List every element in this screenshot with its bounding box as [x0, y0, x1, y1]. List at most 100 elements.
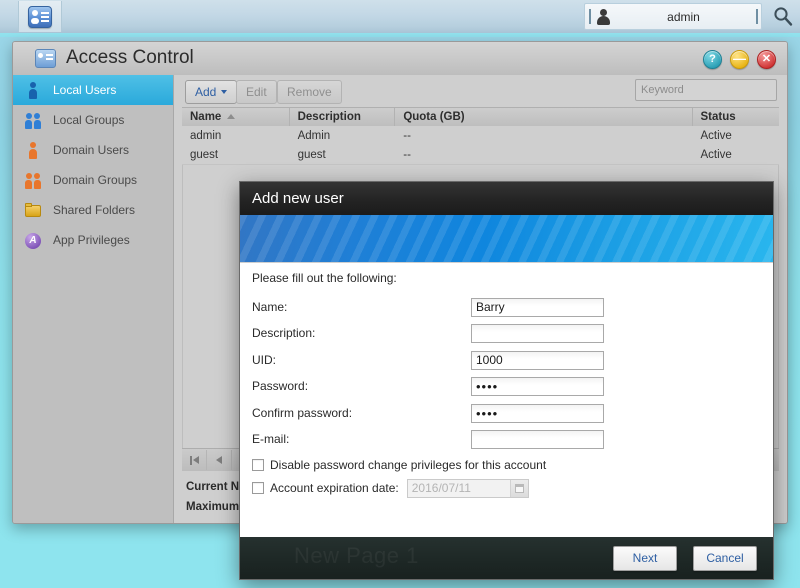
calendar-button[interactable]: [509, 479, 528, 497]
minimize-button[interactable]: —: [730, 50, 749, 69]
sidebar-item-label: Domain Groups: [53, 173, 138, 187]
dialog-title: Add new user: [252, 190, 344, 207]
cell-status: Active: [700, 129, 732, 142]
remove-button[interactable]: Remove: [277, 80, 342, 104]
account-expiration-label: Account expiration date:: [270, 481, 399, 495]
cancel-button[interactable]: Cancel: [693, 545, 757, 571]
uid-label: UID:: [252, 353, 276, 367]
page-title: Access Control: [66, 47, 194, 68]
close-button[interactable]: ✕: [757, 50, 776, 69]
dialog-footer: New Page 1 Next Cancel: [240, 537, 773, 579]
cell-name: admin: [190, 129, 222, 142]
window-title-bar[interactable]: Access Control ? — ✕: [13, 42, 787, 76]
add-new-user-dialog: Add new user Please fill out the followi…: [239, 181, 774, 580]
sidebar-item-label: Shared Folders: [53, 203, 136, 217]
cell-description: guest: [297, 148, 326, 161]
sidebar-item-app-privileges[interactable]: App Privileges: [13, 225, 173, 255]
search-input[interactable]: Keyword: [635, 79, 777, 101]
email-field[interactable]: [471, 429, 604, 449]
email-label: E-mail:: [252, 432, 290, 446]
account-expiration-row: Account expiration date: 2016/07/11: [252, 477, 529, 499]
column-header-description[interactable]: Description: [290, 108, 396, 127]
disable-password-change-row: Disable password change privileges for t…: [252, 454, 546, 476]
field-row-confirm-password: Confirm password: ••••: [252, 400, 773, 426]
window-controls: ? — ✕: [703, 50, 776, 69]
id-card-icon: [28, 5, 52, 28]
column-header-label: Quota (GB): [403, 111, 465, 123]
search-icon[interactable]: [772, 5, 794, 27]
field-row-description: Description:: [252, 320, 773, 346]
taskbar: admin: [0, 0, 800, 37]
edit-button-label: Edit: [246, 85, 267, 99]
cancel-button-label: Cancel: [706, 551, 744, 565]
add-button[interactable]: Add: [185, 80, 238, 104]
previous-page-icon: [216, 456, 222, 464]
next-button-label: Next: [632, 551, 658, 565]
sidebar-item-local-groups[interactable]: Local Groups: [13, 105, 173, 135]
sidebar-item-local-users[interactable]: Local Users: [13, 75, 173, 105]
close-glyph: ✕: [761, 53, 772, 65]
chevron-down-icon: [221, 90, 228, 94]
disable-password-change-checkbox[interactable]: [252, 459, 264, 471]
sort-ascending-icon: [227, 114, 236, 120]
domain-user-icon: [25, 141, 42, 160]
dialog-title-bar[interactable]: Add new user: [240, 182, 773, 215]
add-button-label: Add: [195, 85, 217, 99]
confirm-password-field[interactable]: ••••: [471, 403, 604, 423]
column-header-label: Status: [700, 111, 736, 123]
table-header: Name Description Quota (GB) Status: [182, 107, 779, 128]
sidebar-item-label: Local Groups: [53, 113, 125, 127]
field-row-uid: UID: 1000: [252, 347, 773, 373]
sidebar-item-shared-folders[interactable]: Shared Folders: [13, 195, 173, 225]
sidebar-item-domain-groups[interactable]: Domain Groups: [13, 165, 173, 195]
name-label: Name:: [252, 300, 288, 314]
uid-field[interactable]: 1000: [471, 350, 604, 370]
cell-quota: --: [403, 129, 411, 142]
remove-button-label: Remove: [287, 85, 332, 99]
password-label: Password:: [252, 379, 309, 393]
toolbar: Add Edit Remove Keyword: [174, 75, 787, 107]
password-field[interactable]: ••••: [471, 376, 604, 396]
column-header-quota[interactable]: Quota (GB): [395, 108, 693, 127]
folder-icon: [25, 201, 42, 220]
confirm-password-label: Confirm password:: [252, 406, 353, 420]
column-header-label: Description: [297, 111, 361, 123]
window-id-card-icon: [35, 49, 56, 68]
name-field[interactable]: Barry: [471, 297, 604, 317]
description-field[interactable]: [471, 323, 604, 343]
dialog-body: Please fill out the following: Name: Bar…: [240, 263, 773, 537]
column-header-status[interactable]: Status: [693, 108, 780, 127]
sidebar-item-label: Domain Users: [53, 143, 130, 157]
sidebar: Local Users Local Groups Domain Users Do…: [13, 75, 174, 523]
first-page-icon: [189, 455, 199, 465]
user-name-label: admin: [667, 9, 700, 24]
search-input-placeholder: Keyword: [641, 84, 684, 96]
dialog-hint: Please fill out the following:: [252, 271, 397, 285]
edit-button[interactable]: Edit: [236, 80, 277, 104]
column-header-name[interactable]: Name: [182, 108, 290, 127]
first-page-button[interactable]: [182, 450, 207, 470]
table-row[interactable]: guest guest -- Active: [182, 145, 779, 165]
taskbar-app-button[interactable]: [18, 1, 62, 32]
account-expiration-checkbox[interactable]: [252, 482, 264, 494]
sidebar-item-domain-users[interactable]: Domain Users: [13, 135, 173, 165]
next-button[interactable]: Next: [613, 545, 677, 571]
user-divider-left: [589, 9, 591, 24]
dialog-banner: [240, 215, 773, 263]
calendar-icon: [514, 483, 524, 493]
sidebar-item-label: Local Users: [53, 83, 117, 97]
user-menu[interactable]: admin: [584, 3, 762, 30]
previous-page-button[interactable]: [207, 450, 232, 470]
description-label: Description:: [252, 326, 316, 340]
cell-status: Active: [700, 148, 732, 161]
person-icon: [596, 8, 611, 25]
cell-description: Admin: [297, 129, 331, 142]
column-header-label: Name: [190, 111, 222, 123]
disable-password-change-label: Disable password change privileges for t…: [270, 458, 547, 472]
expiration-date-field[interactable]: 2016/07/11: [406, 478, 529, 498]
help-button[interactable]: ?: [703, 50, 722, 69]
help-glyph: ?: [709, 53, 716, 65]
cell-quota: --: [403, 148, 411, 161]
cell-name: guest: [190, 148, 219, 161]
table-row[interactable]: admin Admin -- Active: [182, 126, 779, 146]
